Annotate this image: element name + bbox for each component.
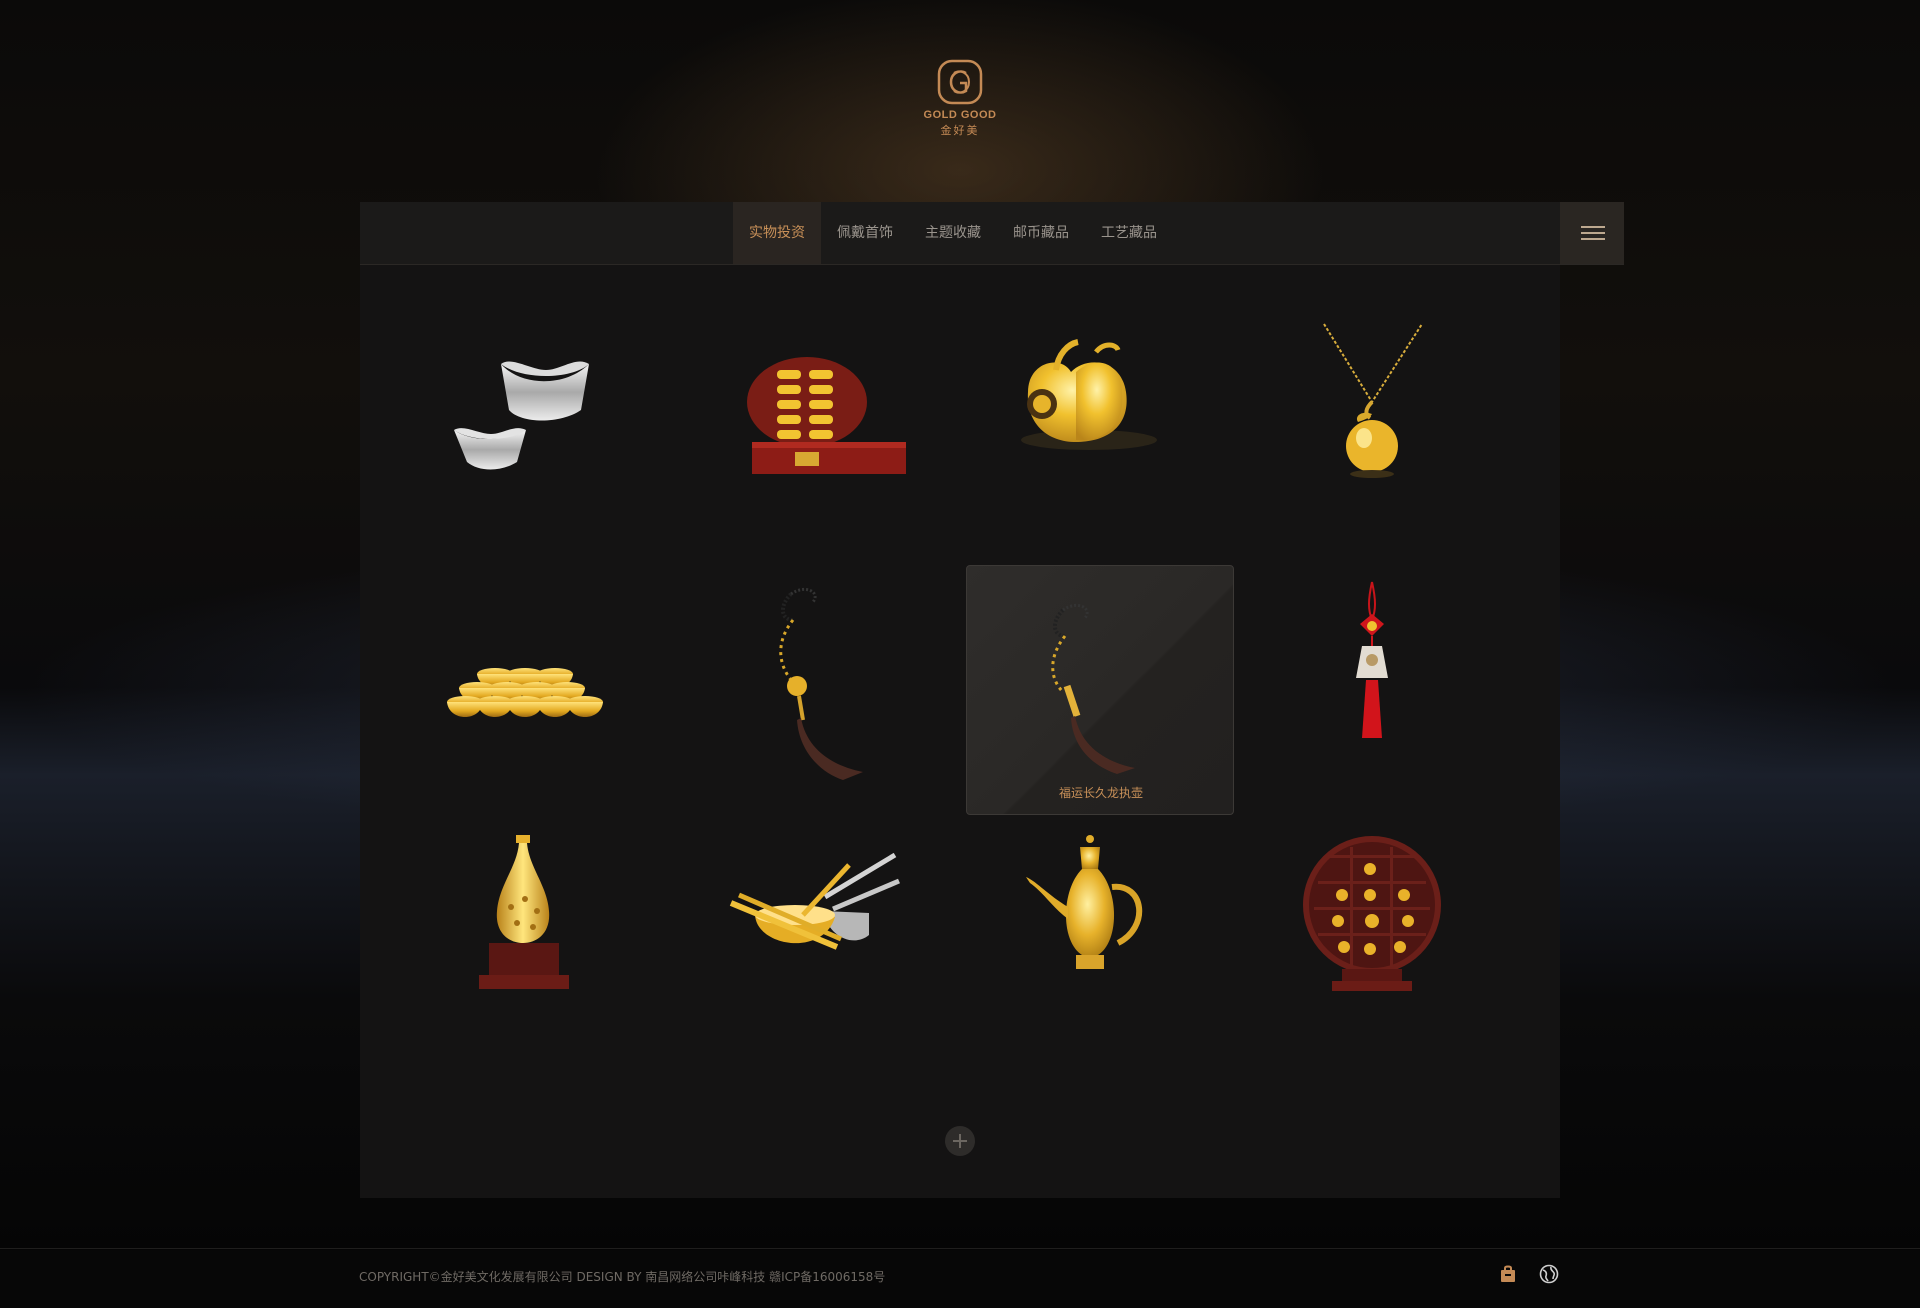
red-knot-pendant-icon [1356, 581, 1388, 738]
gold-bars-in-box-icon [747, 357, 906, 474]
footer-copyright: COPYRIGHT©金好美文化发展有限公司 DESIGN BY 南昌网络公司咔峰… [359, 1270, 886, 1284]
product-item[interactable] [391, 550, 659, 800]
product-item[interactable] [956, 807, 1224, 1057]
product-panel: 实物投资 佩戴首饰 主题收藏 邮币藏品 工艺藏品 福运长久龙执壶 [360, 202, 1624, 1198]
footer-divider [0, 1248, 1920, 1249]
product-item[interactable] [956, 292, 1224, 542]
brand-logo[interactable]: GOLD GOOD 金好美 [910, 58, 1010, 138]
load-more-plus-icon[interactable] [945, 1126, 975, 1156]
product-item[interactable] [1238, 292, 1506, 542]
silver-ingots-icon [454, 361, 589, 470]
nav-item-stamps-coins[interactable]: 邮币藏品 [997, 202, 1085, 264]
shop-bag-icon[interactable] [1498, 1264, 1518, 1284]
brand-name-cn: 金好美 [940, 124, 980, 137]
product-item[interactable] [1238, 550, 1506, 800]
nav-item-jewelry[interactable]: 佩戴首饰 [821, 202, 909, 264]
category-nav: 实物投资 佩戴首饰 主题收藏 邮币藏品 工艺藏品 [733, 202, 1173, 264]
nav-item-craft-collection[interactable]: 工艺藏品 [1085, 202, 1173, 264]
nav-item-theme-collection[interactable]: 主题收藏 [909, 202, 997, 264]
product-name: 福运长久龙执壶 [1058, 786, 1143, 800]
nav-item-physical-investment[interactable]: 实物投资 [733, 202, 821, 264]
gold-vase-icon [479, 835, 569, 989]
tassel-pendant-icon [1051, 604, 1135, 774]
product-item[interactable] [673, 292, 941, 542]
gold-good-logo-icon [937, 59, 983, 105]
product-item[interactable] [391, 807, 659, 1057]
category-navbar: 实物投资 佩戴首饰 主题收藏 邮币藏品 工艺藏品 [360, 202, 1624, 265]
product-item[interactable] [391, 292, 659, 542]
gold-bowl-chopsticks-icon [729, 852, 900, 950]
product-item[interactable] [673, 807, 941, 1057]
zodiac-display-stand-icon [1303, 836, 1441, 991]
tassel-pendant-icon [779, 588, 863, 780]
gold-cups-set-icon [447, 668, 603, 717]
gold-apple-necklace-icon [1323, 323, 1423, 478]
brand-name-en: GOLD GOOD [923, 109, 997, 121]
gold-ewer-icon [1026, 835, 1143, 969]
gold-apple-figurine-icon [1021, 339, 1157, 450]
product-item[interactable] [1238, 807, 1506, 1057]
globe-icon[interactable] [1539, 1264, 1559, 1284]
product-item-hovered[interactable]: 福运长久龙执壶 [966, 565, 1234, 815]
hamburger-menu-icon[interactable] [1560, 202, 1624, 264]
product-item[interactable] [673, 550, 941, 800]
